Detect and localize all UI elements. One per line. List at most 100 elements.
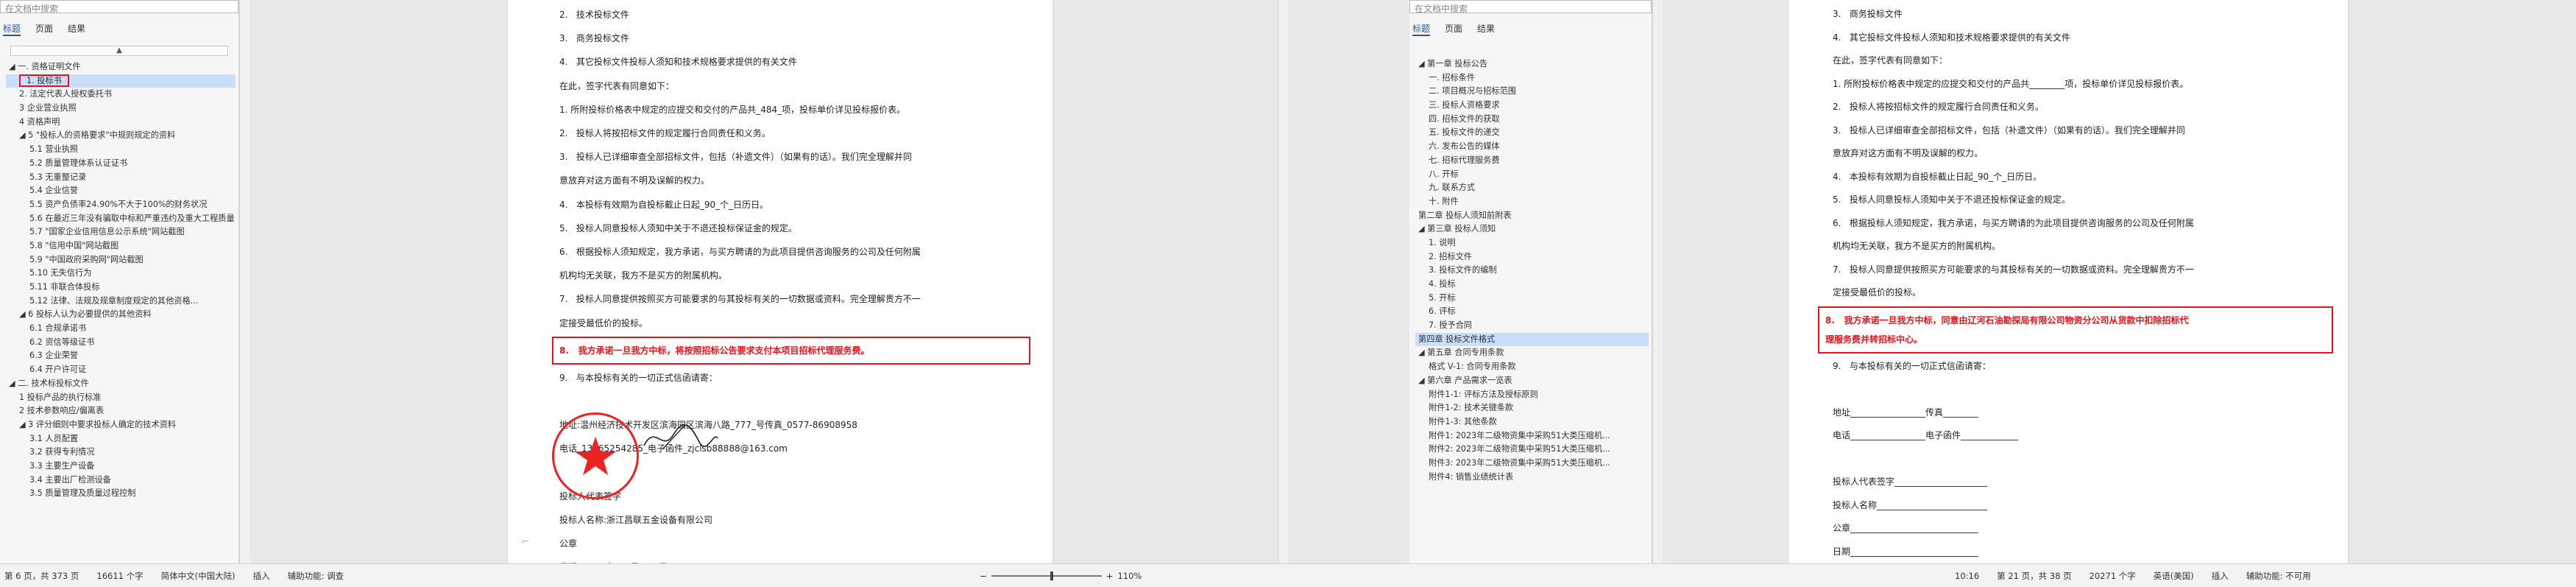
nav-heading-item[interactable]: 5.4 企业信誉 bbox=[6, 184, 236, 198]
tab-results-right[interactable]: 结果 bbox=[1477, 22, 1495, 36]
nav-heading-item[interactable]: 2. 招标文件 bbox=[1415, 250, 1649, 264]
nav-heading-item[interactable]: 4 资格声明 bbox=[6, 116, 236, 130]
nav-heading-item[interactable]: 6.3 企业荣誉 bbox=[6, 349, 236, 363]
nav-heading-item[interactable]: ◢ 一. 资格证明文件 bbox=[6, 60, 236, 74]
accessibility-status-right[interactable]: 辅助功能: 不可用 bbox=[2246, 570, 2311, 582]
nav-heading-item[interactable]: ◢ 第一章 投标公告 bbox=[1415, 57, 1649, 71]
nav-heading-item[interactable]: 4. 投标 bbox=[1415, 278, 1649, 292]
nav-heading-item[interactable]: 5.11 非联合体投标 bbox=[6, 281, 236, 295]
nav-heading-item[interactable]: 八. 开标 bbox=[1415, 168, 1649, 182]
nav-heading-item[interactable]: 二. 项目概况与招标范围 bbox=[1415, 85, 1649, 99]
nav-heading-item[interactable]: 2 技术参数响应/偏离表 bbox=[6, 404, 236, 418]
nav-heading-item[interactable]: 5.1 营业执照 bbox=[6, 143, 236, 157]
nav-heading-item[interactable]: 第二章 投标人须知前附表 bbox=[1415, 209, 1649, 223]
document-body-right[interactable]: 3. 商务投标文件 4. 其它投标文件投标人须知和技术规格要求提供的有关文件 在此，… bbox=[1818, 3, 2333, 563]
nav-heading-item[interactable]: 6.1 合规承诺书 bbox=[6, 322, 236, 336]
zoom-slider[interactable] bbox=[991, 571, 1102, 580]
nav-heading-item[interactable]: 1 投标产品的执行标准 bbox=[6, 391, 236, 405]
nav-heading-item[interactable]: 3.4 主要出厂检测设备 bbox=[6, 474, 236, 488]
nav-heading-item[interactable]: 附件2: 2023年二级物资集中采购51大类压缩机... bbox=[1415, 443, 1649, 457]
language-indicator[interactable]: 简体中文(中国大陆) bbox=[161, 570, 236, 582]
company-seal bbox=[552, 412, 639, 499]
nav-heading-item[interactable]: 十. 附件 bbox=[1415, 195, 1649, 209]
language-indicator-right[interactable]: 英语(美国) bbox=[2154, 570, 2194, 582]
nav-heading-item[interactable]: 六. 发布公告的媒体 bbox=[1415, 140, 1649, 154]
nav-heading-item[interactable]: 3 企业营业执照 bbox=[6, 102, 236, 116]
nav-heading-item[interactable]: 5. 开标 bbox=[1415, 292, 1649, 306]
nav-heading-item[interactable]: 2. 法定代表人授权委托书 bbox=[6, 88, 236, 102]
nav-heading-item[interactable]: 附件1-2: 技术关键条款 bbox=[1415, 401, 1649, 415]
nav-heading-item[interactable]: 七. 招标代理服务费 bbox=[1415, 154, 1649, 168]
nav-heading-item[interactable]: ◢ 第三章 投标人须知 bbox=[1415, 222, 1649, 236]
nav-heading-label: 六. 发布公告的媒体 bbox=[1429, 141, 1500, 152]
word-count-right[interactable]: 20271 个字 bbox=[2090, 570, 2136, 582]
nav-heading-item[interactable]: 6.4 开户许可证 bbox=[6, 363, 236, 377]
nav-heading-item[interactable]: 附件1: 2023年二级物资集中采购51大类压缩机... bbox=[1415, 429, 1649, 443]
nav-heading-item[interactable]: ◢ 第六章 产品需求一览表 bbox=[1415, 374, 1649, 388]
nav-heading-item[interactable]: 九. 联系方式 bbox=[1415, 181, 1649, 195]
collapse-all-button[interactable]: ▲ bbox=[10, 46, 228, 56]
zoom-in-icon[interactable]: + bbox=[1106, 571, 1114, 581]
insert-mode-right[interactable]: 插入 bbox=[2212, 570, 2229, 582]
document-canvas: ⌐ 2. 技术投标文件 3. 商务投标文件 4. 其它投标文件投标人须知和技术规格要… bbox=[250, 0, 1284, 563]
nav-heading-item[interactable]: ◢ 5 "投标人的资格要求"中规则规定的资料 bbox=[6, 129, 236, 143]
nav-heading-item[interactable]: ◢ 二. 技术标投标文件 bbox=[6, 377, 236, 391]
tab-results[interactable]: 结果 bbox=[68, 22, 85, 36]
nav-heading-item[interactable]: 3.1 人员配置 bbox=[6, 432, 236, 446]
nav-heading-item[interactable]: ◢ 6 投标人认为必要提供的其他资料 bbox=[6, 308, 236, 322]
nav-scrollbar-right[interactable] bbox=[1652, 0, 1663, 563]
nav-heading-item[interactable]: 附件1-3: 其他条款 bbox=[1415, 415, 1649, 429]
nav-heading-item[interactable]: 5.12 法律、法规及规章制度规定的其他资格... bbox=[6, 295, 236, 309]
nav-heading-item[interactable]: 第四章 投标文件格式 bbox=[1415, 332, 1649, 347]
document-paragraph: 电话_________________电子函件_____________ bbox=[1833, 430, 2019, 440]
page-counter-right[interactable]: 第 21 页，共 38 页 bbox=[1997, 570, 2071, 582]
nav-heading-label: 5.12 法律、法规及规章制度规定的其他资格... bbox=[29, 295, 199, 306]
nav-heading-item[interactable]: 5.10 无失信行为 bbox=[6, 267, 236, 281]
nav-heading-item[interactable]: ◢ 第五章 合同专用条款 bbox=[1415, 346, 1649, 360]
accessibility-status[interactable]: 辅助功能: 调查 bbox=[288, 570, 344, 582]
nav-heading-item[interactable]: 6. 评标 bbox=[1415, 305, 1649, 319]
nav-heading-item[interactable]: 3. 投标文件的编制 bbox=[1415, 264, 1649, 278]
zoom-level[interactable]: 110% bbox=[1117, 571, 1142, 581]
nav-heading-item[interactable]: 3.3 主要生产设备 bbox=[6, 460, 236, 474]
nav-heading-item[interactable]: 五. 投标文件的递交 bbox=[1415, 126, 1649, 140]
search-input[interactable]: 在文档中搜索 bbox=[0, 0, 238, 14]
nav-heading-item[interactable]: 附件1-1: 评标方法及授标原则 bbox=[1415, 388, 1649, 402]
nav-heading-label: 3.5 质量管理及质量过程控制 bbox=[29, 488, 136, 499]
nav-heading-item[interactable]: 附件4: 销售业绩统计表 bbox=[1415, 471, 1649, 485]
nav-heading-item[interactable]: 7. 授予合同 bbox=[1415, 319, 1649, 333]
nav-heading-item[interactable]: 5.2 质量管理体系认证证书 bbox=[6, 157, 236, 171]
nav-heading-item[interactable]: 3.5 质量管理及质量过程控制 bbox=[6, 487, 236, 501]
nav-heading-item[interactable]: 3.2 获得专利情况 bbox=[6, 446, 236, 460]
nav-heading-item[interactable]: ◢ 3 评分细则中要求投标人确定的技术资料 bbox=[6, 418, 236, 432]
page-counter[interactable]: 第 6 页，共 373 页 bbox=[4, 570, 79, 582]
tab-pages-right[interactable]: 页面 bbox=[1445, 22, 1462, 36]
nav-heading-item[interactable]: 5.8 "信用中国"网站截图 bbox=[6, 239, 236, 253]
insert-mode[interactable]: 插入 bbox=[253, 570, 270, 582]
tab-headings[interactable]: 标题 bbox=[3, 22, 21, 36]
nav-heading-item[interactable]: 四. 招标文件的获取 bbox=[1415, 113, 1649, 127]
nav-heading-item[interactable]: 1. 说明 bbox=[1415, 236, 1649, 250]
nav-heading-item[interactable]: 5.9 "中国政府采购网"网站截图 bbox=[6, 253, 236, 267]
nav-heading-label: 第四章 投标文件格式 bbox=[1418, 334, 1496, 344]
nav-heading-item[interactable]: 5.5 资产负债率24.90%不大于100%的财务状况 bbox=[6, 198, 236, 212]
nav-scrollbar[interactable] bbox=[239, 0, 250, 563]
nav-heading-item[interactable]: 1. 投标书 bbox=[6, 74, 236, 88]
nav-heading-item[interactable]: 格式 V-1: 合同专用条款 bbox=[1415, 360, 1649, 374]
zoom-thumb[interactable] bbox=[1050, 571, 1053, 580]
nav-heading-item[interactable]: 5.6 在最近三年没有骗取中标和严重违约及重大工程质量... bbox=[6, 212, 236, 226]
word-count[interactable]: 16611 个字 bbox=[96, 570, 143, 582]
tab-headings-right[interactable]: 标题 bbox=[1412, 22, 1431, 36]
document-scrollbar[interactable] bbox=[1278, 0, 1288, 563]
nav-heading-item[interactable]: 一. 招标条件 bbox=[1415, 71, 1649, 85]
nav-heading-item[interactable]: 5.3 无重整记录 bbox=[6, 171, 236, 185]
nav-heading-item[interactable]: 6.2 资信等级证书 bbox=[6, 336, 236, 350]
zoom-control[interactable]: − + 110% bbox=[980, 571, 1142, 581]
tab-pages[interactable]: 页面 bbox=[35, 22, 53, 36]
search-input-right[interactable]: 在文档中搜索 bbox=[1409, 0, 1652, 14]
zoom-out-icon[interactable]: − bbox=[980, 571, 987, 581]
nav-heading-item[interactable]: 附件3: 2023年二级物资集中采购51大类压缩机... bbox=[1415, 457, 1649, 471]
heading-tree: ◢ 一. 资格证明文件 1. 投标书 2. 法定代表人授权委托书 3 企业营业执照 4 … bbox=[6, 60, 236, 501]
nav-heading-item[interactable]: 5.7 "国家企业信用信息公示系统"网站截图 bbox=[6, 225, 236, 239]
nav-heading-item[interactable]: 三. 投标人资格要求 bbox=[1415, 99, 1649, 113]
